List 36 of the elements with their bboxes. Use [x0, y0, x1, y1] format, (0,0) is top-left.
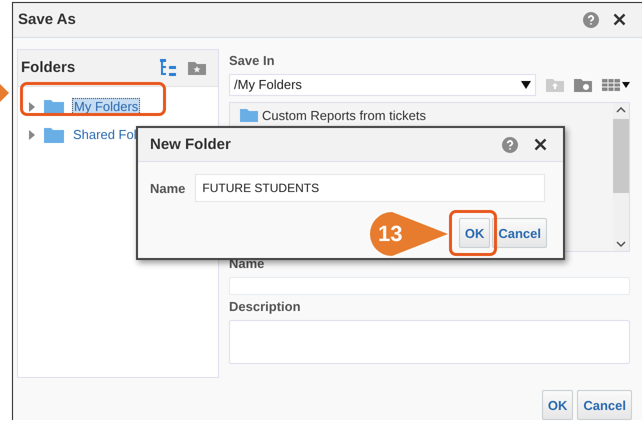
- caret-icon[interactable]: [521, 80, 531, 89]
- name-input[interactable]: [229, 276, 630, 295]
- name-label: Name: [150, 180, 186, 196]
- help-icon[interactable]: [502, 136, 518, 152]
- pointer-arrow-icon: [0, 84, 9, 102]
- name-label: Name: [229, 254, 266, 273]
- panel-title: Folders: [21, 59, 76, 76]
- window-title: Save As: [18, 11, 77, 28]
- dialog-title: New Folder: [150, 136, 232, 153]
- ok-button[interactable]: OK: [542, 390, 574, 420]
- folder-icon: [240, 108, 258, 122]
- folder-tree-item[interactable]: Shared Fol: [72, 127, 138, 142]
- path-dropdown[interactable]: /My Folders: [229, 74, 536, 96]
- folder-icon[interactable]: [188, 60, 206, 76]
- folder-icon: [44, 98, 64, 115]
- close-icon[interactable]: [534, 138, 547, 151]
- description-input[interactable]: [229, 320, 630, 364]
- folder-icon: [44, 126, 64, 143]
- highlight-frame: [449, 210, 497, 256]
- save-in-label: Save In: [229, 52, 276, 70]
- expand-arrow-icon[interactable]: [28, 102, 36, 112]
- grid-view-icon[interactable]: [602, 78, 630, 92]
- expand-arrow-icon[interactable]: [28, 130, 36, 140]
- close-icon[interactable]: [613, 13, 626, 26]
- ok-button[interactable]: OK: [458, 218, 490, 248]
- cancel-button[interactable]: Cancel: [577, 390, 632, 420]
- scrollbar[interactable]: [613, 102, 629, 251]
- scroll-down-icon[interactable]: [616, 240, 626, 247]
- cancel-button[interactable]: Cancel: [492, 218, 547, 248]
- description-label: Description: [229, 298, 302, 316]
- folder-list-item[interactable]: Custom Reports from tickets: [262, 108, 426, 123]
- new-folder-icon[interactable]: [574, 77, 592, 92]
- folder-name-input[interactable]: FUTURE STUDENTS: [195, 174, 545, 202]
- tree-view-icon[interactable]: [160, 58, 176, 77]
- scroll-up-icon[interactable]: [616, 106, 626, 113]
- help-icon[interactable]: [583, 12, 599, 28]
